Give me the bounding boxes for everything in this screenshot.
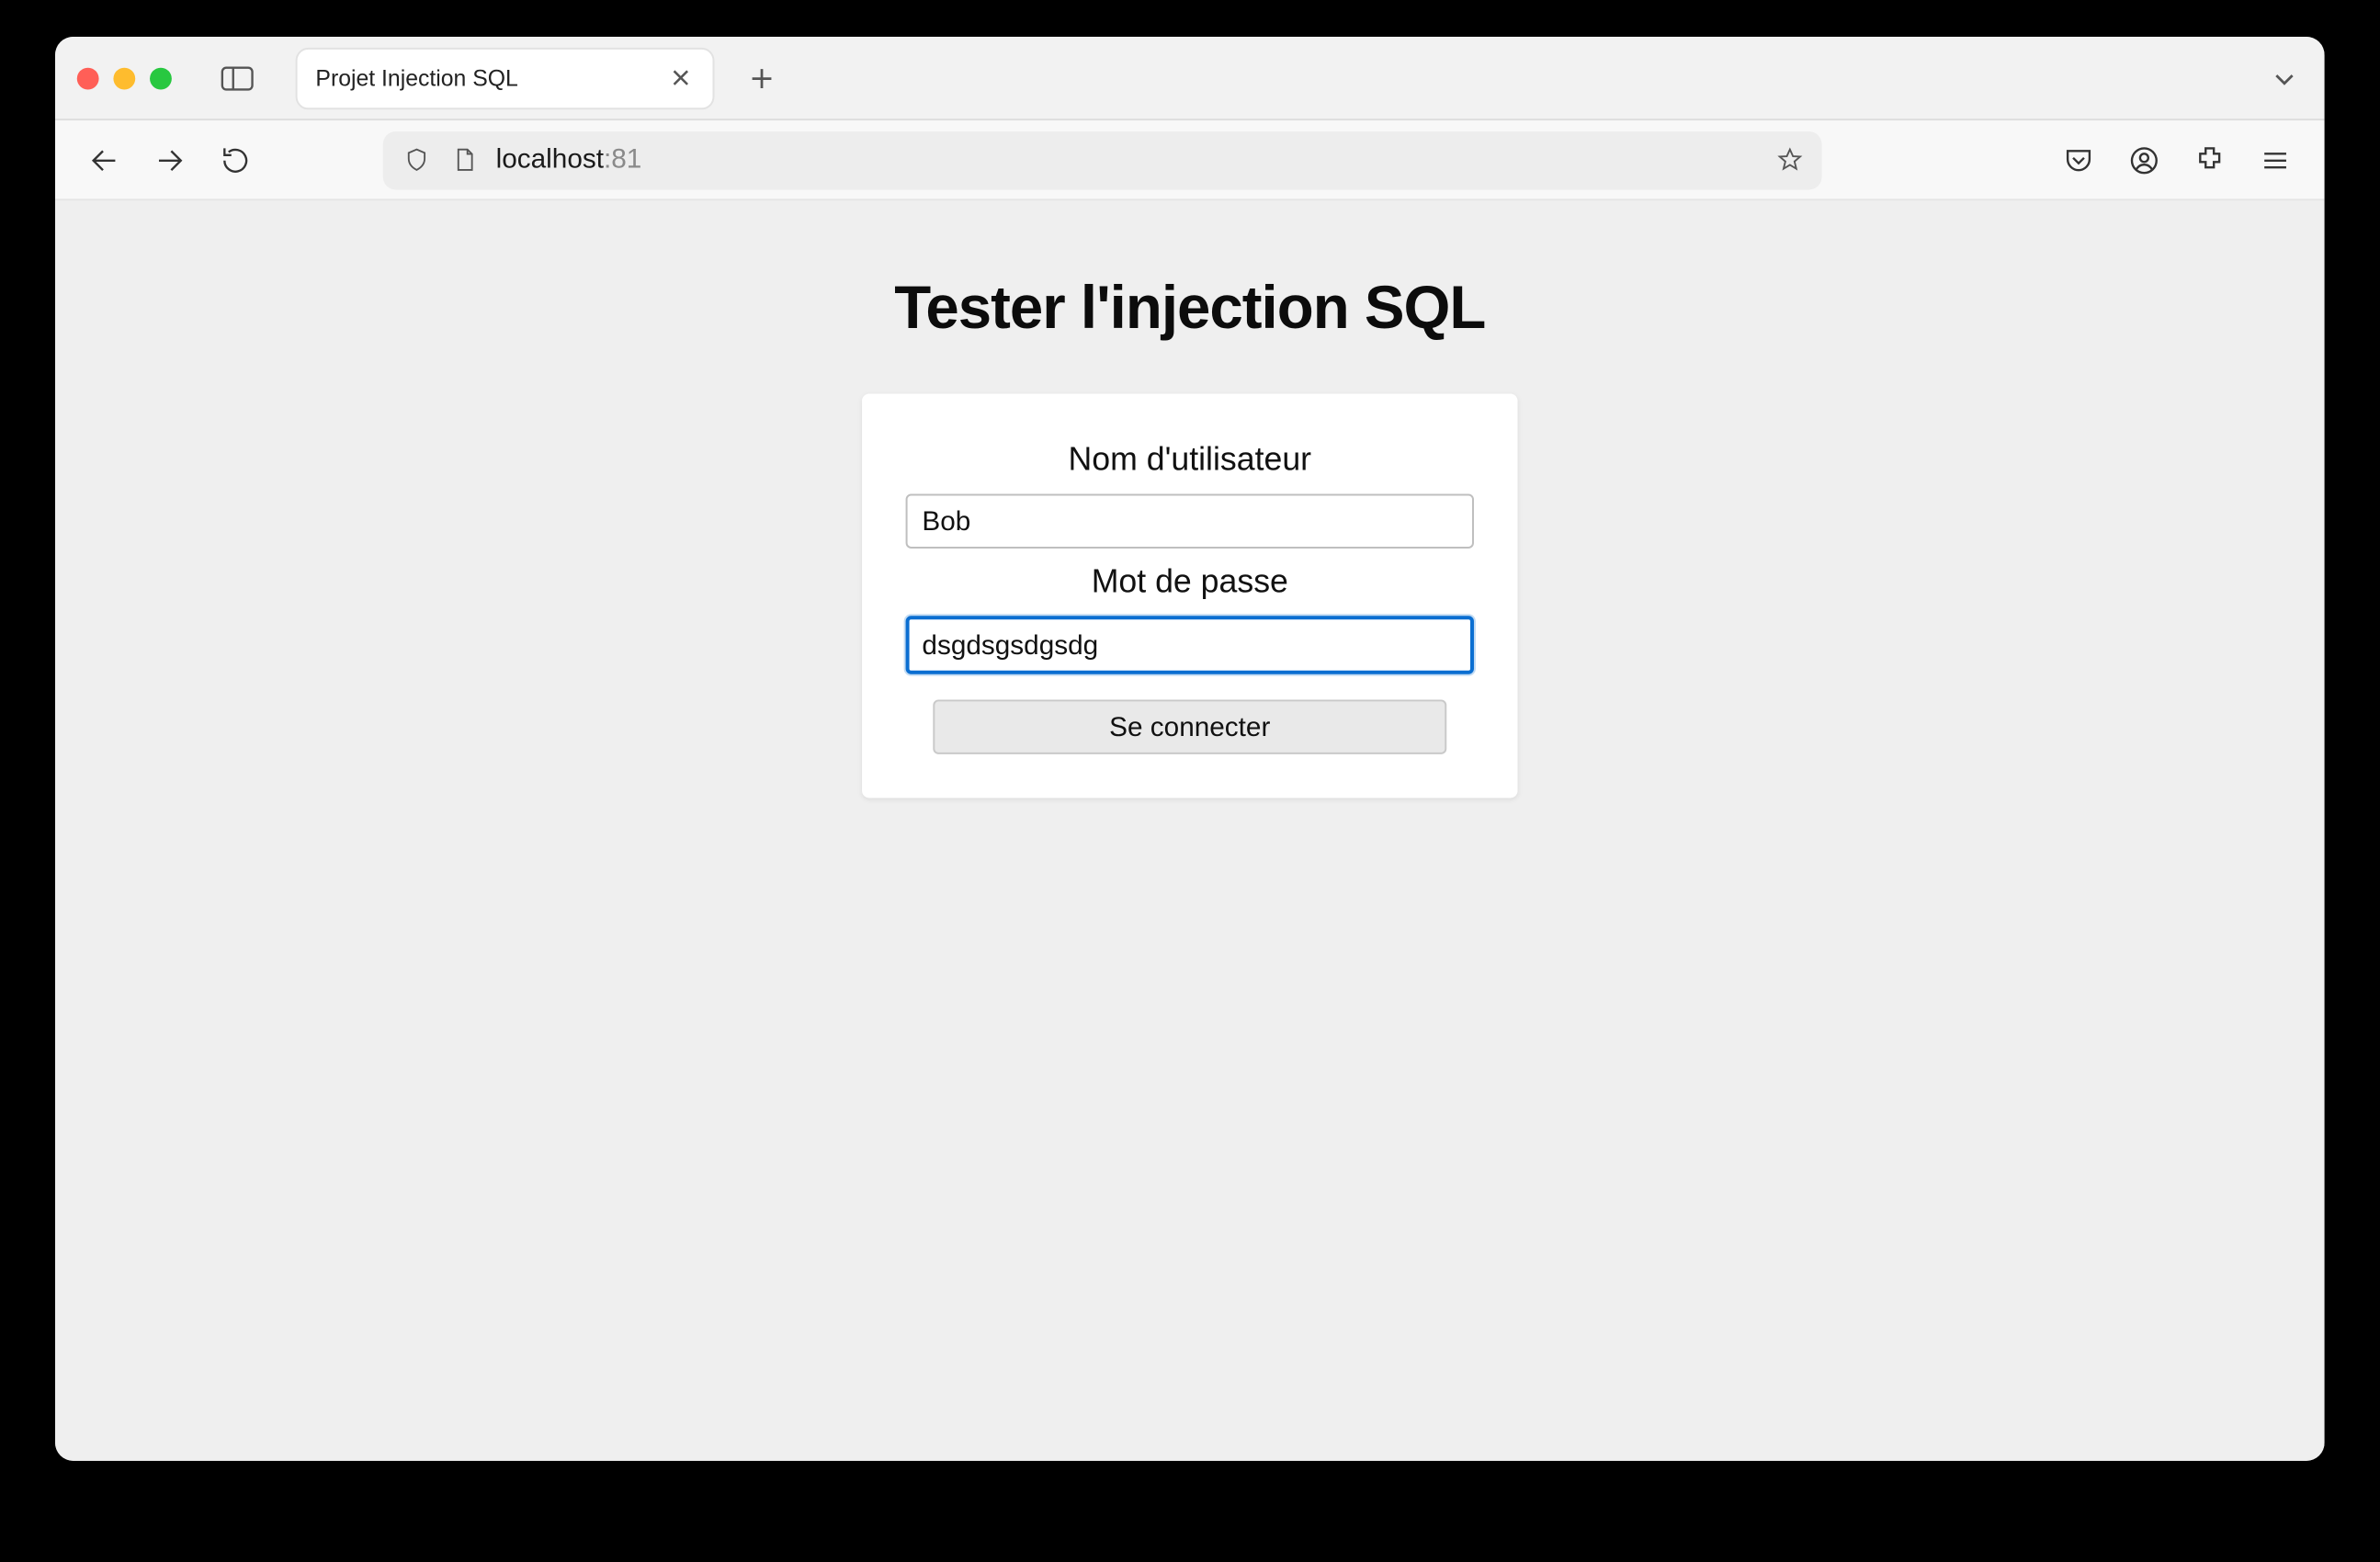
maximize-window-button[interactable] xyxy=(150,67,172,89)
browser-tab[interactable]: Projet Injection SQL xyxy=(296,47,715,108)
back-button[interactable] xyxy=(77,132,131,187)
page-content: Tester l'injection SQL Nom d'utilisateur… xyxy=(55,200,2325,798)
shield-icon xyxy=(402,145,431,175)
pocket-icon[interactable] xyxy=(2051,132,2105,187)
forward-button[interactable] xyxy=(142,132,197,187)
browser-toolbar: localhost:81 xyxy=(55,120,2325,200)
url-port: :81 xyxy=(604,144,641,175)
close-window-button[interactable] xyxy=(77,67,99,89)
url-text: localhost:81 xyxy=(496,144,1757,175)
submit-button[interactable]: Se connecter xyxy=(933,699,1446,753)
account-icon[interactable] xyxy=(2117,132,2171,187)
sidebar-toggle-icon[interactable] xyxy=(215,60,259,96)
browser-window: Projet Injection SQL xyxy=(55,37,2325,1461)
bookmark-star-icon[interactable] xyxy=(1774,145,1804,175)
page-info-icon[interactable] xyxy=(448,145,478,175)
menu-icon[interactable] xyxy=(2248,132,2302,187)
window-controls xyxy=(77,67,172,89)
tab-title: Projet Injection SQL xyxy=(315,65,665,91)
password-label: Mot de passe xyxy=(906,563,1474,602)
page-viewport: Tester l'injection SQL Nom d'utilisateur… xyxy=(55,200,2325,1461)
username-input[interactable] xyxy=(906,493,1474,548)
close-tab-icon[interactable] xyxy=(665,63,695,93)
tab-strip: Projet Injection SQL xyxy=(55,37,2325,120)
url-host: localhost xyxy=(496,144,604,175)
reload-button[interactable] xyxy=(208,132,262,187)
login-form: Nom d'utilisateur Mot de passe Se connec… xyxy=(862,393,1518,798)
extensions-icon[interactable] xyxy=(2182,132,2237,187)
minimize-window-button[interactable] xyxy=(113,67,135,89)
password-input[interactable] xyxy=(906,616,1474,673)
username-label: Nom d'utilisateur xyxy=(906,441,1474,480)
tabs-overflow-icon[interactable] xyxy=(2259,52,2309,103)
page-heading: Tester l'injection SQL xyxy=(55,274,2325,343)
new-tab-button[interactable] xyxy=(736,52,787,103)
address-bar[interactable]: localhost:81 xyxy=(383,130,1822,188)
